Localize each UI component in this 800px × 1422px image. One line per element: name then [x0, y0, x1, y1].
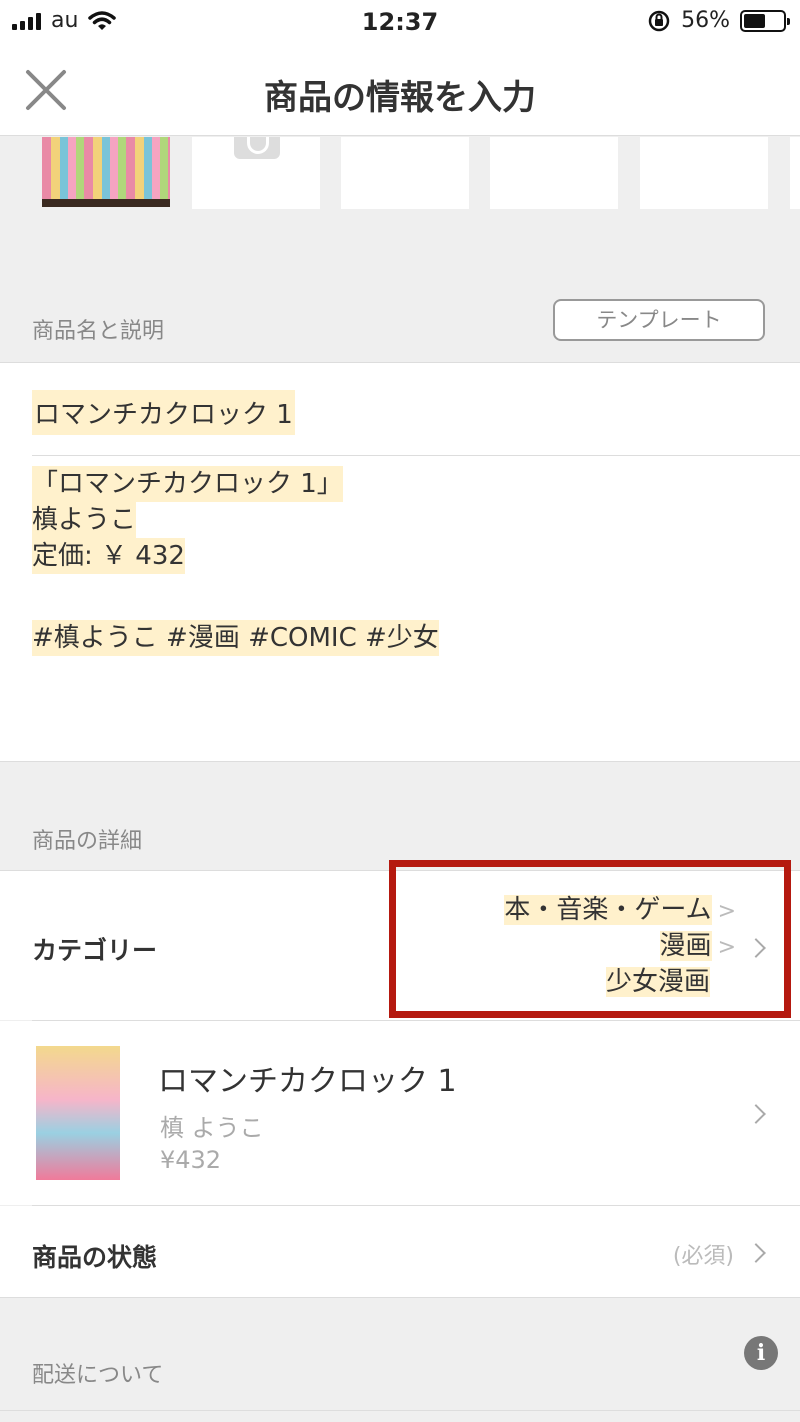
battery-fill [744, 13, 766, 28]
description-line: #槙ようこ #漫画 #COMIC #少女 [32, 620, 439, 656]
info-icon[interactable]: i [744, 1336, 778, 1370]
section-label-name: 商品名と説明 [32, 319, 165, 344]
product-title: ロマンチカクロック 1 [158, 1064, 457, 1099]
annotation-highlight-box [389, 860, 791, 1018]
photo-thumbnail[interactable] [42, 137, 170, 207]
photo-slot[interactable] [790, 137, 800, 209]
description-field[interactable]: 「ロマンチカクロック 1」 槙ようこ 定価: ￥ 432 #槙ようこ #漫画 #… [32, 466, 439, 656]
template-button[interactable]: テンプレート [553, 299, 765, 341]
rotation-lock-icon [648, 10, 670, 31]
product-row[interactable] [0, 1021, 800, 1205]
photo-strip [0, 137, 800, 209]
description-line: 「ロマンチカクロック 1」 [32, 466, 343, 502]
divider [0, 1410, 800, 1411]
category-label: カテゴリー [32, 936, 158, 965]
section-label-shipping: 配送について [32, 1363, 164, 1388]
product-price: ¥432 [160, 1146, 222, 1174]
status-right: 56% [647, 8, 790, 33]
chevron-right-icon [746, 1104, 766, 1124]
item-name-field[interactable]: ロマンチカクロック 1 [32, 390, 295, 435]
battery-icon [740, 9, 790, 32]
divider [32, 455, 800, 456]
battery-percent: 56% [681, 8, 730, 33]
description-line: 定価: ￥ 432 [32, 538, 185, 574]
photo-slot[interactable] [640, 137, 768, 209]
book-cover-image [36, 1046, 120, 1180]
condition-required-hint: (必須) [672, 1244, 734, 1269]
photo-slot[interactable] [490, 137, 618, 209]
status-bar: au 12:37 56% [0, 0, 800, 46]
page-title: 商品の情報を入力 [264, 78, 536, 118]
section-label-details: 商品の詳細 [32, 829, 143, 854]
add-photo-slot[interactable] [192, 137, 320, 209]
nav-bar: 商品の情報を入力 [0, 46, 800, 136]
description-line: 槙ようこ [32, 502, 137, 538]
photo-slot[interactable] [341, 137, 469, 209]
camera-icon [234, 137, 280, 159]
product-author: 槙 ようこ [160, 1114, 264, 1142]
chevron-right-icon [746, 1243, 766, 1263]
condition-label: 商品の状態 [32, 1243, 158, 1272]
